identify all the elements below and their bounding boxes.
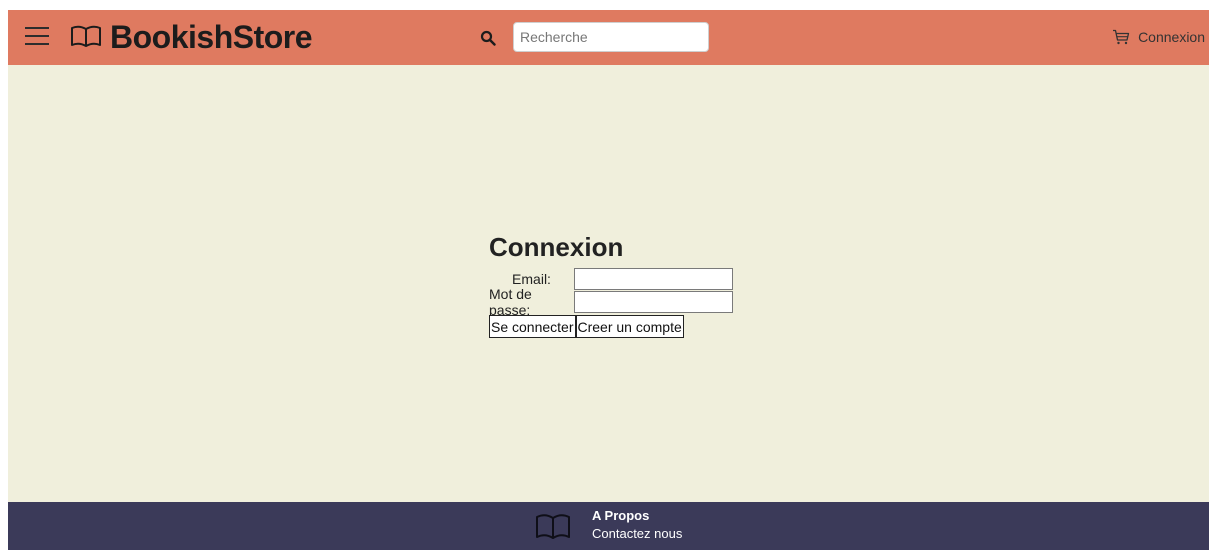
email-field[interactable] <box>574 267 733 290</box>
login-button[interactable]: Se connecter <box>489 315 576 338</box>
open-book-icon <box>71 25 101 47</box>
header: BookishStore Connexion <box>8 10 1209 65</box>
brand-logo[interactable]: BookishStore <box>70 18 313 55</box>
open-book-icon <box>536 514 570 539</box>
password-label: Mot de passe: <box>489 285 532 318</box>
footer: A Propos Contactez nous <box>8 502 1209 550</box>
search-input[interactable] <box>513 22 709 52</box>
form-buttons: Se connecter Creer un compte <box>489 315 733 338</box>
create-account-button[interactable]: Creer un compte <box>575 315 684 338</box>
contact-link[interactable]: Contactez nous <box>592 525 682 543</box>
search-icon[interactable] <box>480 30 496 46</box>
login-title: Connexion <box>489 232 624 262</box>
page: BookishStore Connexion Connexion Email: … <box>8 10 1209 550</box>
footer-links: A Propos Contactez nous <box>592 507 682 543</box>
password-field[interactable] <box>574 290 733 313</box>
password-row: Mot de passe: <box>489 286 733 318</box>
email-label: Email: <box>512 270 551 287</box>
about-link[interactable]: A Propos <box>592 507 682 525</box>
header-login-label: Connexion <box>1138 29 1205 45</box>
shopping-cart-icon <box>1113 29 1130 45</box>
brand-name: BookishStore <box>110 18 313 55</box>
login-form: Connexion Email: Mot de passe: Se connec… <box>489 232 733 338</box>
header-login-link[interactable]: Connexion <box>1112 29 1205 45</box>
hamburger-menu-icon[interactable] <box>25 27 49 47</box>
